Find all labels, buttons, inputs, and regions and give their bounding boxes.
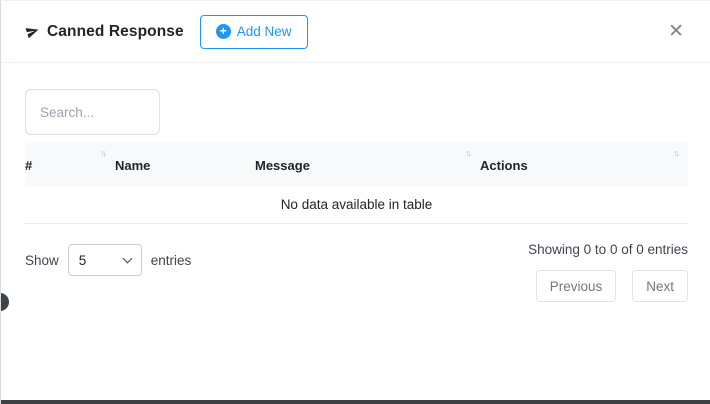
- column-header-actions[interactable]: Actions ↑↓: [480, 143, 688, 187]
- sort-icon[interactable]: ↑↓: [465, 148, 470, 158]
- plus-icon: +: [216, 24, 231, 39]
- modal-header: Canned Response + Add New ✕: [1, 1, 710, 63]
- page-size-select-wrap: 5: [68, 244, 142, 276]
- modal-title: Canned Response: [47, 23, 184, 41]
- send-icon: [25, 24, 40, 39]
- modal-body: # ↑↓ Name Message ↑↓ Actions ↑↓: [1, 63, 710, 302]
- title-wrap: Canned Response: [25, 23, 184, 41]
- canned-response-table: # ↑↓ Name Message ↑↓ Actions ↑↓: [25, 143, 688, 224]
- sort-icon[interactable]: ↑↓: [100, 148, 105, 158]
- column-header-message[interactable]: Message ↑↓: [255, 143, 480, 187]
- show-label: Show: [25, 253, 59, 268]
- table-footer: Show 5 entries Showing 0 to 0 of 0 entri…: [25, 242, 688, 302]
- empty-message: No data available in table: [25, 187, 688, 224]
- bottom-edge-bar: [1, 400, 710, 404]
- close-icon[interactable]: ✕: [664, 20, 688, 43]
- pagination: Previous Next: [536, 270, 688, 302]
- page-size-select[interactable]: 5: [68, 244, 142, 276]
- search-input[interactable]: [25, 89, 160, 135]
- next-button[interactable]: Next: [632, 270, 688, 302]
- table-header-row: # ↑↓ Name Message ↑↓ Actions ↑↓: [25, 143, 688, 187]
- entries-summary: Showing 0 to 0 of 0 entries: [528, 242, 688, 257]
- add-new-label: Add New: [237, 24, 292, 39]
- add-new-button[interactable]: + Add New: [200, 15, 308, 49]
- sort-icon[interactable]: ↑↓: [673, 148, 678, 158]
- previous-button[interactable]: Previous: [536, 270, 617, 302]
- entries-label: entries: [151, 253, 192, 268]
- empty-row: No data available in table: [25, 187, 688, 224]
- column-header-name[interactable]: Name: [115, 143, 255, 187]
- canned-response-modal: Canned Response + Add New ✕ # ↑↓ Name: [0, 0, 710, 404]
- footer-right: Showing 0 to 0 of 0 entries Previous Nex…: [528, 242, 688, 302]
- page-length-control: Show 5 entries: [25, 244, 191, 276]
- column-header-number[interactable]: # ↑↓: [25, 143, 115, 187]
